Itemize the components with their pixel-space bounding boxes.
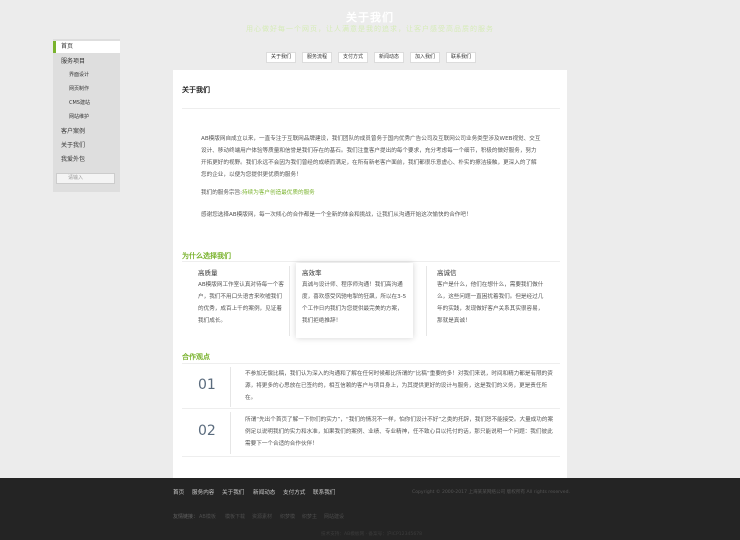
footer-link-contact[interactable]: 联系我们 — [313, 488, 335, 496]
friend-link[interactable]: 资源素材 — [252, 513, 272, 520]
footer-link-home[interactable]: 首页 — [173, 488, 184, 496]
divider — [426, 266, 427, 336]
page-title: 关于我们 — [346, 11, 394, 24]
feature-title: 高效率 — [302, 269, 322, 277]
friend-link[interactable]: 织梦模 — [280, 513, 295, 520]
tab-news[interactable]: 新闻动态 — [374, 52, 404, 63]
icp-record: 技术支持：AB模板网 · 备案号：沪ICP12345678 — [321, 532, 423, 537]
page-tagline: 用心做好每一个网页，让人满意是我的追求，让客户感受高品质的服务 — [246, 25, 494, 33]
copyright: Copyright © 2000-2017 上海某某网络公司 版权所有 All … — [412, 490, 570, 495]
mission-prefix: 我们的服务宗旨: — [201, 190, 243, 196]
divider — [182, 261, 560, 262]
page: 关于我们 用心做好每一个网页，让人满意是我的追求，让客户感受高品质的服务 首页 … — [0, 0, 740, 540]
view-number: 01 — [198, 377, 216, 393]
sidebar-item-label: 网页制作 — [69, 86, 90, 92]
card-title: 关于我们 — [182, 86, 210, 94]
divider — [182, 108, 560, 109]
mission-line: 我们的服务宗旨:持续为客户创造最优质的服务 — [201, 187, 541, 199]
footer-link-services[interactable]: 服务内容 — [192, 488, 214, 496]
sidebar-item-maintenance[interactable]: 网站维护 — [53, 112, 120, 123]
view-text: 所谓“先出个首页了解一下你们的实力”，“我们的情况不一样，怕你们设计不好”之类的… — [245, 417, 554, 447]
sidebar-item-web-making[interactable]: 网页制作 — [53, 84, 120, 95]
footer: 首页 服务内容 关于我们 新闻动态 支付方式 联系我们 Copyright © … — [0, 478, 740, 540]
tab-about[interactable]: 关于我们 — [266, 52, 296, 63]
divider — [182, 408, 560, 409]
divider — [182, 363, 560, 364]
feature-text: 客户是什么，他们在想什么，需要我们做什么，这些问题一直困扰着我们。但是经过几年的… — [437, 282, 544, 324]
sidebar-item-label: 网站维护 — [69, 114, 90, 120]
footer-link-about[interactable]: 关于我们 — [222, 488, 244, 496]
divider — [230, 412, 231, 454]
view-text: 不参加无偿比稿，我们认为深入的沟通和了解在任何时候都比所谓的“比稿”重要的多！对… — [245, 371, 553, 401]
friend-link[interactable]: AB模板 — [199, 513, 216, 520]
divider — [182, 456, 560, 457]
feature-title: 高诚信 — [437, 269, 457, 277]
friend-link[interactable]: 网站建设 — [324, 513, 344, 520]
tab-contact[interactable]: 联系我们 — [446, 52, 476, 63]
thanks-paragraph: 感谢您选择AB模版网，每一次倾心的合作都是一个全新的体会和挑战，让我们从沟通开始… — [201, 212, 472, 218]
content-card: 关于我们 AB模版网自成立以来，一直专注于互联网品牌建设，我们团队的成员曾务于国… — [173, 70, 567, 480]
sidebar-item-label: 界面设计 — [69, 72, 90, 78]
intro-paragraph: AB模版网自成立以来，一直专注于互联网品牌建设，我们团队的成员曾务于国内优秀广告… — [201, 136, 541, 178]
divider — [230, 367, 231, 407]
why-title: 为什么选择我们 — [182, 252, 231, 260]
sidebar-item-label: CMS建站 — [69, 100, 90, 106]
sidebar-item-label: 客户案例 — [61, 128, 86, 135]
views-title: 合作观点 — [182, 353, 210, 361]
tab-bar: 关于我们 服务流程 支付方式 新闻动态 加入我们 联系我们 — [0, 52, 740, 64]
mission-highlight: 持续为客户创造最优质的服务 — [242, 190, 315, 196]
feature-title: 高质量 — [198, 269, 218, 277]
feature-text: AB模版网工作室认真对待每一个客户，我们不用口头语言来吹嘘我们的优秀，成百上千的… — [198, 282, 284, 324]
feature-efficiency: 高效率真诚与设计师、程序师沟通！我们高沟通度，喜欢感受风驰电掣的狂飙，所以在3-… — [296, 263, 413, 338]
view-number: 02 — [198, 423, 216, 439]
sidebar-item-outsourcing[interactable]: 我爱外包 — [53, 154, 120, 166]
footer-link-news[interactable]: 新闻动态 — [253, 488, 275, 496]
sidebar-item-ui-design[interactable]: 界面设计 — [53, 70, 120, 81]
feature-integrity: 高诚信客户是什么，他们在想什么，需要我们做什么，这些问题一直困扰着我们。但是经过… — [437, 267, 545, 327]
friend-link[interactable]: 模板下载 — [225, 513, 245, 520]
sidebar-item-label: 我爱外包 — [61, 156, 86, 163]
feature-quality: 高质量 AB模版网工作室认真对待每一个客户，我们不用口头语言来吹嘘我们的优秀，成百… — [198, 267, 286, 327]
sidebar-item-label: 首页 — [61, 43, 74, 50]
feature-text: 真诚与设计师、程序师沟通！我们高沟通度，喜欢感受风驰电掣的狂飙，所以在3-5个工… — [302, 282, 407, 324]
sidebar-item-cms[interactable]: CMS建站 — [53, 98, 120, 109]
sidebar-item-label: 关于我们 — [61, 142, 86, 149]
tab-process[interactable]: 服务流程 — [302, 52, 332, 63]
friend-links-label: 友情链接： — [173, 514, 199, 520]
divider — [289, 266, 290, 336]
sidebar-item-about[interactable]: 关于我们 — [53, 140, 120, 152]
search-input[interactable]: 请输入 — [56, 173, 115, 184]
tab-payment[interactable]: 支付方式 — [338, 52, 368, 63]
sidebar-item-cases[interactable]: 客户案例 — [53, 126, 120, 138]
friend-link[interactable]: 织梦主 — [302, 513, 317, 520]
footer-link-payment[interactable]: 支付方式 — [283, 488, 305, 496]
tab-join[interactable]: 加入我们 — [410, 52, 440, 63]
